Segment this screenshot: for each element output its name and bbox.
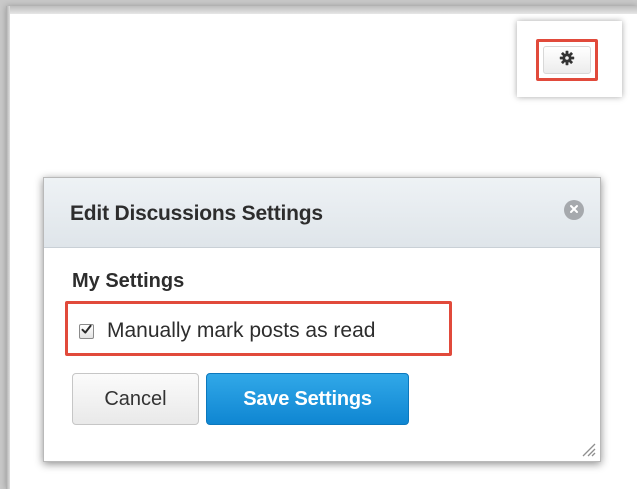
dialog-title: Edit Discussions Settings [70, 202, 323, 225]
left-edge [6, 6, 10, 489]
mark-read-label: Manually mark posts as read [107, 319, 376, 342]
mark-read-option[interactable]: Manually mark posts as read [79, 319, 375, 343]
close-icon [569, 201, 579, 219]
mark-read-checkbox[interactable] [79, 322, 94, 340]
resize-grip-icon[interactable] [580, 441, 596, 457]
gear-highlight-box [536, 39, 598, 81]
save-settings-button[interactable]: Save Settings [206, 373, 409, 425]
edit-settings-dialog: Edit Discussions Settings My Settings Ma… [43, 177, 601, 462]
close-button[interactable] [564, 200, 584, 220]
checkmark-icon [81, 322, 92, 340]
gear-icon [559, 50, 575, 71]
top-edge [6, 6, 637, 14]
cancel-button[interactable]: Cancel [72, 373, 199, 425]
section-heading: My Settings [72, 270, 185, 292]
settings-gear-button[interactable] [543, 46, 591, 74]
dialog-header: Edit Discussions Settings [44, 178, 600, 248]
gear-button-callout [517, 21, 622, 97]
